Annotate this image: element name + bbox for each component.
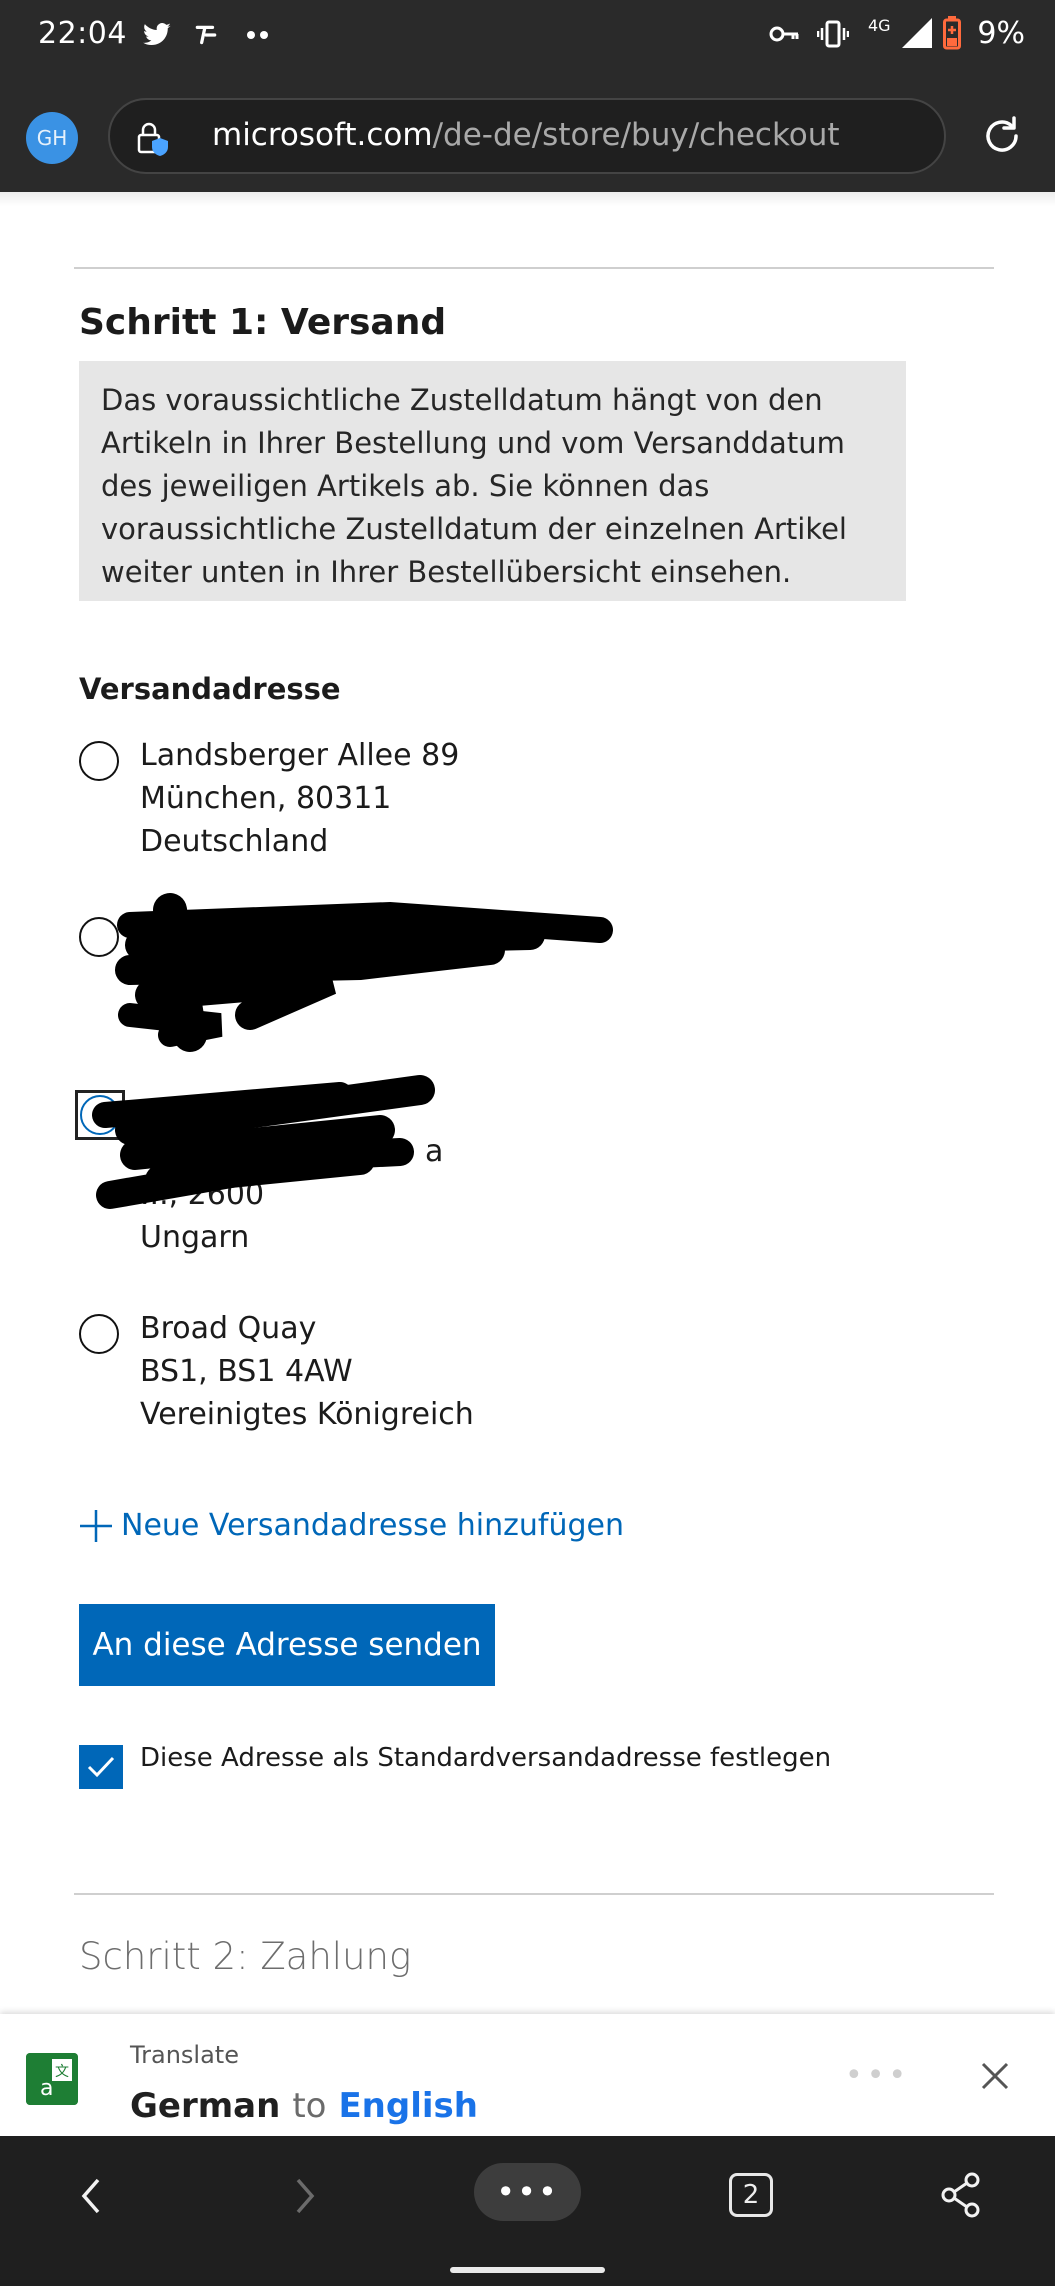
add-address-label: Neue Versandadresse hinzufügen	[121, 1508, 624, 1543]
tabs-button[interactable]: 2	[729, 2173, 773, 2217]
send-to-address-button[interactable]: An diese Adresse senden	[79, 1604, 495, 1686]
app-icon	[195, 25, 217, 45]
step2-heading[interactable]: Schritt 2: Zahlung	[79, 1935, 411, 1978]
battery-percent: 9%	[977, 16, 1025, 51]
svg-text:文: 文	[55, 2064, 69, 2080]
toolbar-shadow	[0, 192, 1055, 206]
delivery-notice: Das voraussichtliche Zustelldatum hängt …	[79, 361, 906, 601]
svg-text:a: a	[40, 2076, 53, 2101]
lock-icon[interactable]	[136, 120, 170, 158]
more-dots-icon	[247, 31, 268, 39]
address-line: Ungarn	[140, 1220, 250, 1255]
address-line: Broad Quay	[140, 1311, 317, 1346]
network-type: 4G	[868, 16, 891, 35]
home-indicator[interactable]	[450, 2267, 605, 2273]
address-line: München, 80311	[140, 781, 392, 816]
battery-icon	[943, 16, 961, 50]
url-path: /de-de/store/buy/checkout	[432, 117, 840, 153]
address-line: Vereinigtes Königreich	[140, 1397, 474, 1432]
divider	[74, 267, 994, 269]
reload-icon[interactable]	[976, 110, 1028, 162]
address-line: BS1, BS1 4AW	[140, 1354, 353, 1389]
forward-icon[interactable]	[290, 2176, 320, 2216]
address-radio-1[interactable]	[79, 741, 119, 781]
plus-icon	[80, 1509, 112, 1542]
share-icon[interactable]	[940, 2172, 982, 2218]
url-domain: microsoft.com	[212, 117, 433, 153]
translate-title: Translate	[130, 2041, 239, 2069]
address-option-1[interactable]: Landsberger Allee 89 München, 80311 Deut…	[140, 734, 459, 863]
redaction-scribble	[92, 1075, 435, 1209]
back-icon[interactable]	[76, 2176, 106, 2216]
more-menu-button[interactable]: •••	[474, 2163, 581, 2221]
source-language[interactable]: German	[130, 2086, 280, 2126]
translate-languages: German to English	[130, 2086, 478, 2126]
checkmark-icon	[87, 1756, 115, 1778]
translate-more-icon[interactable]: •••	[845, 2058, 910, 2093]
key-icon	[769, 26, 799, 42]
default-address-label[interactable]: Diese Adresse als Standardversandadresse…	[140, 1743, 831, 1773]
to-word: to	[292, 2086, 327, 2126]
url-text[interactable]: microsoft.com/de-de/store/buy/checkout	[212, 117, 840, 153]
address-option-4[interactable]: Broad Quay BS1, BS1 4AW Vereinigtes Köni…	[140, 1307, 474, 1436]
vibrate-icon	[817, 20, 849, 48]
add-address-link[interactable]: Neue Versandadresse hinzufügen	[79, 1508, 624, 1543]
signal-icon	[902, 18, 932, 48]
shipping-address-label: Versandadresse	[79, 672, 341, 706]
status-time: 22:04	[38, 16, 127, 51]
target-language[interactable]: English	[338, 2086, 478, 2126]
twitter-icon	[143, 23, 171, 46]
divider	[74, 1893, 994, 1895]
address-line: Landsberger Allee 89	[140, 738, 460, 773]
avatar[interactable]: GH	[26, 112, 78, 164]
address-radio-4[interactable]	[79, 1314, 119, 1354]
default-address-checkbox[interactable]	[79, 1745, 123, 1789]
translate-icon: a文	[26, 2053, 78, 2105]
close-icon[interactable]	[975, 2056, 1015, 2096]
step1-heading: Schritt 1: Versand	[79, 302, 447, 343]
address-line: Deutschland	[140, 824, 329, 859]
redaction-scribble	[115, 893, 613, 1052]
